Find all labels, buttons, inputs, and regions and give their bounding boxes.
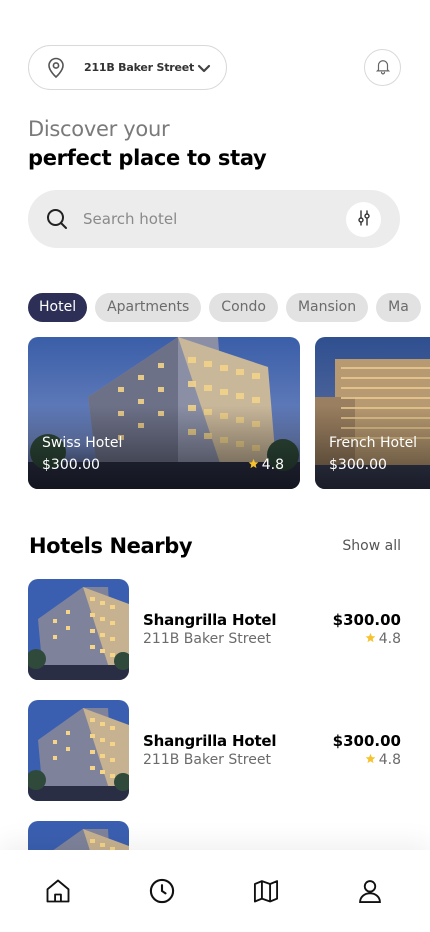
featured-hotel-price: $300.00 [329,457,387,473]
bell-icon [374,57,392,79]
star-icon [365,631,376,647]
home-icon[interactable] [43,876,73,906]
hotel-address: 211B Baker Street [143,631,271,647]
hotel-list-item[interactable]: Shangrilla Hotel 211B Baker Street $300.… [28,579,401,680]
category-chip-apartments[interactable]: Apartments [95,293,202,322]
hotel-address: 211B Baker Street [143,752,271,768]
notifications-button[interactable] [364,49,401,86]
clock-icon[interactable] [147,876,177,906]
section-title: Hotels Nearby [29,534,193,558]
hotel-list-item[interactable]: Shangrilla Hotel 211B Baker Street $300.… [28,700,401,801]
search-icon [45,207,69,231]
hotel-rating: 4.8 [365,631,401,647]
rating-value: 4.8 [378,631,401,647]
hotel-thumbnail [28,700,129,801]
greeting-line-2: perfect place to stay [28,146,267,170]
chevron-down-icon[interactable] [194,58,214,78]
category-chip-condo[interactable]: Condo [209,293,278,322]
map-icon[interactable] [251,876,281,906]
filter-sliders-icon [356,209,372,230]
featured-hotel-name: Swiss Hotel [42,435,123,451]
user-icon[interactable] [355,876,385,906]
star-icon [248,457,259,473]
hotel-name: Shangrilla Hotel [143,732,277,750]
search-bar[interactable] [28,190,400,248]
search-input[interactable] [83,204,323,234]
star-icon [365,752,376,768]
category-chip-mansion[interactable]: Mansion [285,293,369,322]
featured-hotel-price: $300.00 [42,457,100,473]
category-chip-more[interactable]: Ma [376,293,421,322]
greeting-line-1: Discover your [28,117,170,141]
featured-hotel-name: French Hotel [329,435,418,451]
bottom-tab-bar [0,850,430,932]
featured-hotel-rating: 4.8 [248,457,284,473]
featured-card[interactable]: Swiss Hotel $300.00 4.8 [28,337,300,489]
filter-button[interactable] [346,202,381,237]
featured-card[interactable]: French Hotel $300.00 [315,337,430,489]
rating-value: 4.8 [261,457,284,473]
show-all-link[interactable]: Show all [342,538,401,554]
hotel-rating: 4.8 [365,752,401,768]
location-selector[interactable]: 211B Baker Street [28,45,227,90]
featured-hotels: Swiss Hotel $300.00 4.8 French Hotel $30… [28,337,430,489]
category-chips: Hotel Apartments Condo Mansion Ma [28,293,430,323]
hotel-price: $300.00 [332,732,401,750]
hotel-name: Shangrilla Hotel [143,611,277,629]
hotel-price: $300.00 [332,611,401,629]
hotel-thumbnail [28,579,129,680]
location-address: 211B Baker Street [84,61,195,74]
location-pin-icon [43,55,69,81]
rating-value: 4.8 [378,752,401,768]
category-chip-hotel[interactable]: Hotel [28,293,88,322]
